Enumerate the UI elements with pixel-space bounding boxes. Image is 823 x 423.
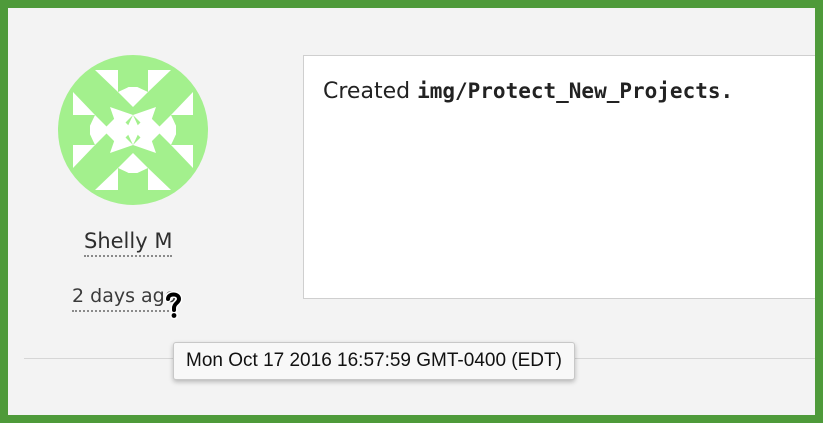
- user-avatar[interactable]: [58, 55, 208, 205]
- identicon-icon: [58, 55, 208, 205]
- commit-message-box: Created img/Protect_New_Projects.: [303, 55, 815, 299]
- help-cursor-icon: [164, 291, 183, 320]
- author-name-link[interactable]: Shelly M: [84, 228, 173, 257]
- message-prefix: Created: [323, 79, 418, 104]
- comment-panel: Shelly M 2 days ago Created img/Protect_…: [8, 8, 815, 415]
- commit-message: Created img/Protect_New_Projects.: [323, 78, 733, 104]
- timestamp-tooltip: Mon Oct 17 2016 16:57:59 GMT-0400 (EDT): [173, 342, 575, 380]
- message-file-path: img/Protect_New_Projects.: [417, 79, 734, 103]
- relative-timestamp[interactable]: 2 days ago: [72, 284, 177, 312]
